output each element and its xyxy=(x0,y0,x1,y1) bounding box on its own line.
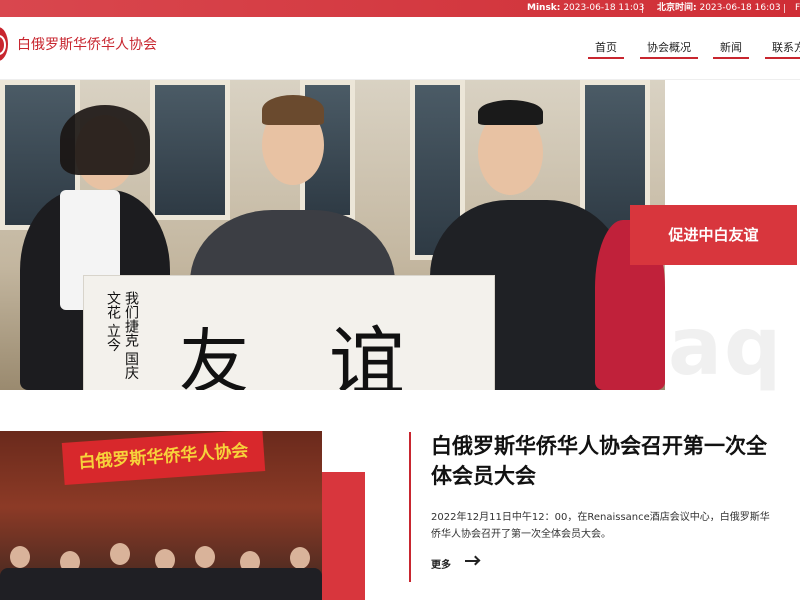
calligraphy-inscription: 我们捷克 国庆文花 立今 xyxy=(105,291,139,380)
divider xyxy=(784,4,785,13)
attendee xyxy=(195,546,215,568)
arrow-right-icon[interactable] xyxy=(465,560,478,562)
nav-about-label: 协会概况 xyxy=(647,41,691,54)
beijing-clock: 北京时间: 2023-06-18 16:03 xyxy=(657,0,781,17)
site-name[interactable]: 白俄罗斯华侨华人协会 xyxy=(17,34,157,54)
top-bar: Minsk: 2023-06-18 11:03 北京时间: 2023-06-18… xyxy=(0,0,800,17)
divider xyxy=(642,4,643,13)
nav-news-label: 新闻 xyxy=(720,41,742,54)
attendee xyxy=(110,543,130,565)
beijing-time: 2023-06-18 16:03 xyxy=(699,3,781,13)
nav-news[interactable]: 新闻 xyxy=(713,39,749,59)
news-title[interactable]: 白俄罗斯华侨华人协会召开第一次全体会员大会 xyxy=(431,431,776,491)
more-link[interactable]: 更多 xyxy=(431,556,451,571)
hero-photo: 友 谊 我们捷克 国庆文花 立今 xyxy=(0,80,665,390)
attendee xyxy=(10,546,30,568)
nav-underline xyxy=(713,57,749,59)
hair xyxy=(262,95,324,125)
site-header: 白俄罗斯华侨华人协会 首页 协会概况 新闻 联系方 xyxy=(0,17,800,80)
logo-icon[interactable] xyxy=(0,27,8,61)
minsk-clock: Minsk: 2023-06-18 11:03 xyxy=(527,0,644,17)
minsk-label: Minsk: xyxy=(527,3,561,13)
calligraphy-glyph: 友 xyxy=(179,321,249,390)
topbar-more[interactable]: F xyxy=(795,0,800,17)
minsk-time: 2023-06-18 11:03 xyxy=(563,3,645,13)
nav-underline xyxy=(640,57,698,59)
accent-block xyxy=(322,472,365,600)
friendship-badge[interactable]: 促进中白友谊 xyxy=(630,205,797,265)
hair xyxy=(478,100,543,125)
nav-contact-label: 联系方 xyxy=(772,41,800,54)
calligraphy-glyph: 谊 xyxy=(329,318,405,390)
news-summary: 2022年12月11日中午12：00，在Renaissance酒店会议中心，白俄… xyxy=(431,512,770,540)
hall-window xyxy=(150,80,230,220)
watermark-text: aq xyxy=(668,300,784,393)
nav-contact[interactable]: 联系方 xyxy=(765,39,800,59)
crowd xyxy=(0,568,322,600)
nav-home[interactable]: 首页 xyxy=(588,39,624,59)
nav-underline xyxy=(588,57,624,59)
nav-about[interactable]: 协会概况 xyxy=(640,39,698,59)
beijing-label: 北京时间: xyxy=(657,3,697,13)
news-accent-line xyxy=(409,432,411,582)
hair xyxy=(60,105,150,175)
attendee xyxy=(290,547,310,569)
meeting-banner: 白俄罗斯华侨华人协会 xyxy=(61,431,266,485)
news-photo[interactable]: 白俄罗斯华侨华人协会 xyxy=(0,431,322,600)
nav-underline xyxy=(765,57,800,59)
calligraphy-scroll: 友 谊 我们捷克 国庆文花 立今 xyxy=(83,275,495,390)
nav-home-label: 首页 xyxy=(595,41,617,54)
